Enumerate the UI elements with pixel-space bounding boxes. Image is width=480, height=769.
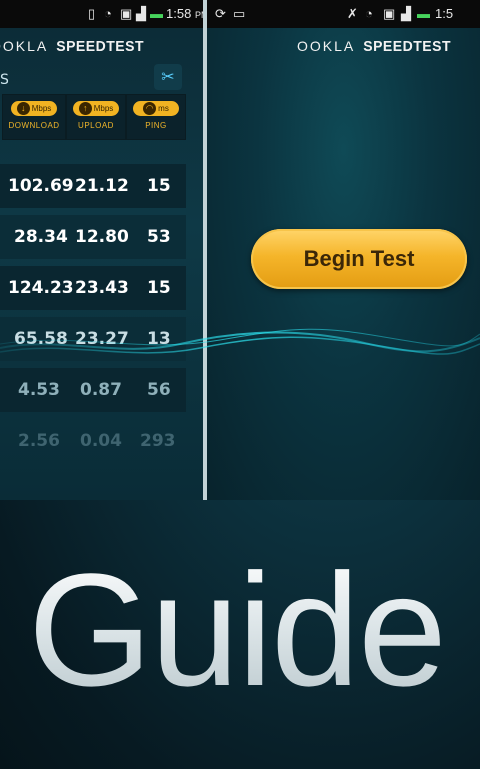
ping-value: 15	[147, 176, 171, 196]
result-row[interactable]: 28.34 12.80 53	[0, 215, 186, 259]
unit-label: Mbps	[93, 104, 114, 113]
ping-value: 15	[147, 278, 171, 298]
download-value: 102.69	[8, 176, 74, 196]
ping-value: 53	[147, 227, 171, 247]
speedtest-wordmark: SPEEDTEST	[363, 37, 451, 55]
battery-saver-icon: ▣	[383, 6, 396, 21]
status-bar-right: ⟳ ▭ ✗ ◔ ▣ ▟ ▬ 1:5	[207, 0, 480, 28]
speedtest-wordmark: SPEEDTEST	[56, 37, 144, 55]
result-row[interactable]: 102.69 21.12 15	[0, 164, 186, 208]
column-label: DOWNLOAD	[8, 121, 60, 130]
screen-icon: ▭	[233, 6, 246, 21]
tools-icon[interactable]: ✂	[154, 64, 182, 90]
ping-value: 56	[147, 380, 171, 400]
results-screen: ▯ ◔ ▣ ▟ ▬ 1:58 PM OOKLASPEEDTEST S ✂ ↓Mb…	[0, 0, 203, 500]
battery-icon: ▬	[417, 6, 430, 21]
status-time-left: 1:58 PM	[166, 6, 203, 21]
signal-icon: ▟	[401, 6, 411, 21]
status-bar-left: ▯ ◔ ▣ ▟ ▬ 1:58 PM	[0, 0, 203, 28]
column-label: UPLOAD	[78, 121, 114, 130]
bluetooth-off-icon: ✗	[347, 6, 358, 21]
download-value: 2.56	[18, 431, 60, 451]
gauge-icon: ◠	[143, 102, 157, 115]
signal-icon: ▟	[136, 6, 146, 21]
download-value: 4.53	[18, 380, 60, 400]
column-header-download[interactable]: ↓ Mbps DOWNLOAD	[2, 94, 66, 140]
ping-value: 293	[140, 431, 176, 451]
upload-value: 0.87	[80, 380, 122, 400]
guide-title: Guide	[28, 540, 447, 719]
ookla-logo: OOKLA	[297, 38, 356, 54]
battery-saver-icon: ▣	[120, 6, 133, 21]
result-row[interactable]: 124.23 23.43 15	[0, 266, 186, 310]
clock-time: 1:58	[166, 6, 192, 21]
wifi-icon: ◔	[365, 6, 373, 21]
clock-ampm: PM	[194, 10, 203, 20]
upload-value: 12.80	[75, 227, 129, 247]
ookla-logo: OOKLA	[0, 38, 49, 54]
upload-value: 23.43	[75, 278, 129, 298]
vibrate-icon: ▯	[88, 6, 96, 21]
wifi-icon: ◔	[104, 6, 112, 21]
arrow-down-icon: ↓	[16, 102, 30, 115]
column-header-ping[interactable]: ◠ ms PING	[126, 94, 186, 140]
arrow-up-icon: ↑	[78, 102, 92, 115]
begin-test-button[interactable]: Begin Test	[251, 229, 467, 289]
wave-decoration	[0, 328, 480, 355]
column-label: PING	[145, 121, 167, 130]
upload-value: 0.04	[80, 431, 122, 451]
column-header-upload[interactable]: ↑ Mbps UPLOAD	[66, 94, 126, 140]
upload-value: 21.12	[75, 176, 129, 196]
speedtest-brand-left: OOKLA SPEEDTEST	[0, 37, 144, 55]
clock-time: 1:5	[435, 6, 454, 21]
speedtest-brand-right: OOKLA SPEEDTEST	[297, 37, 451, 55]
download-value: 28.34	[14, 227, 68, 247]
result-row[interactable]: 2.56 0.04 293	[0, 419, 186, 463]
unit-label: ms	[158, 104, 169, 113]
sync-icon: ⟳	[215, 6, 226, 21]
download-value: 124.23	[8, 278, 74, 298]
unit-label: Mbps	[31, 104, 52, 113]
battery-icon: ▬	[150, 6, 163, 21]
results-title-fragment: S	[0, 72, 9, 88]
